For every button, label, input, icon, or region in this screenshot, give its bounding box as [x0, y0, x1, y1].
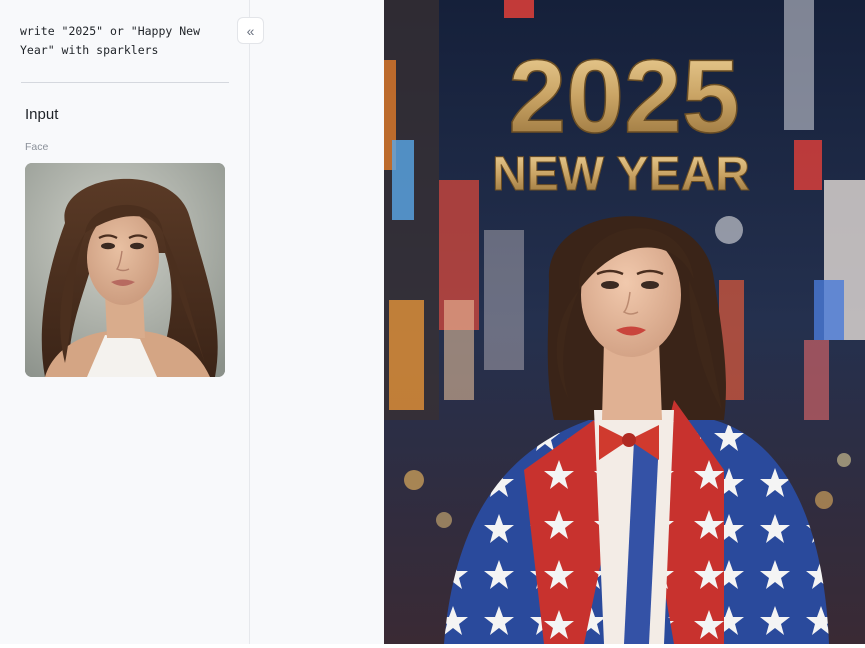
bottom-edge [0, 644, 865, 648]
result-image[interactable]: 2025 NEW YEAR [384, 0, 865, 644]
input-section-title: Input [25, 106, 59, 123]
face-input-image[interactable] [25, 163, 225, 377]
workspace-gap [250, 0, 384, 644]
sidebar-panel: write "2025" or "Happy New Year" with sp… [0, 0, 250, 644]
prompt-text: write "2025" or "Happy New Year" with sp… [20, 24, 201, 57]
sidebar-divider [21, 82, 229, 83]
headline-text: NEW YEAR [492, 148, 750, 201]
collapse-sidebar-button[interactable]: « [237, 17, 264, 44]
double-chevron-left-icon: « [246, 22, 255, 39]
headline-year: 2025 [508, 39, 739, 155]
app-window: write "2025" or "Happy New Year" with sp… [0, 0, 865, 644]
result-portrait-image: 2025 NEW YEAR [384, 0, 865, 644]
face-portrait-image [25, 163, 225, 377]
face-field-label: Face [25, 141, 49, 153]
